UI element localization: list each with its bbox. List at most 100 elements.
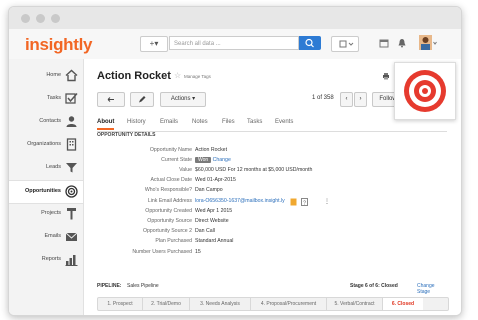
field-value: $60,000 USD For 12 months at $5,000 USD/… <box>195 167 313 173</box>
field-value: Dan Call <box>195 228 215 234</box>
sidebar-item-contacts[interactable]: Contacts <box>9 111 83 133</box>
insightly-logo[interactable]: insightly <box>25 35 93 55</box>
star-icon[interactable]: ☆ <box>174 71 181 80</box>
stage-4-proposal-procurement[interactable]: 4. Proposal/Procurement <box>251 298 327 310</box>
next-record-button[interactable]: › <box>354 92 367 107</box>
window-maximize-dot[interactable] <box>51 14 60 23</box>
field-label: Link Email Address <box>147 198 192 204</box>
bar-chart-icon <box>65 255 78 266</box>
sidebar-item-label: Home <box>46 72 61 78</box>
edit-button[interactable] <box>130 92 154 107</box>
detail-row-plan-purchased: Plan Purchased Standard Annual <box>84 238 444 247</box>
sidebar-item-home[interactable]: Home <box>9 65 83 87</box>
previous-record-button[interactable]: ‹ <box>340 92 353 107</box>
window-titlebar <box>9 7 461 29</box>
email-link[interactable]: lora-O656350-1637@mailbox.insight.ly <box>195 198 285 204</box>
tab-tasks[interactable]: Tasks <box>247 119 262 125</box>
field-label: Current State <box>161 157 192 163</box>
detail-row-link-email: Link Email Address lora-O656350-1637@mai… <box>84 198 444 207</box>
field-value: 15 <box>195 249 201 255</box>
field-label: Value <box>179 167 192 173</box>
pipeline-stage-text: Stage 6 of 6: Closed <box>350 283 398 289</box>
sidebar-item-label: Organizations <box>27 141 61 147</box>
record-pager: 1 of 358 <box>312 95 334 101</box>
sidebar-item-organizations[interactable]: Organizations <box>9 134 83 156</box>
change-stage-link[interactable]: Change Stage <box>417 283 447 295</box>
sidebar-item-leads[interactable]: Leads <box>9 157 83 179</box>
question-icon[interactable]: ? <box>301 198 308 206</box>
tab-files[interactable]: Files <box>222 119 235 125</box>
calendar-icon[interactable] <box>379 38 389 48</box>
back-button[interactable] <box>97 92 125 107</box>
pipeline-name: Sales Pipeline <box>127 283 159 289</box>
pipeline-stages: 1. Prospect 2. Trial/Demo 3. Needs Analy… <box>97 297 449 311</box>
opportunity-details-heading: OPPORTUNITY DETAILS <box>97 132 156 138</box>
tab-events[interactable]: Events <box>275 119 293 125</box>
field-label: Opportunity Source <box>147 218 192 224</box>
tab-history[interactable]: History <box>127 119 146 125</box>
stage-5-verbal-contract[interactable]: 5. Verbal/Contract <box>327 298 383 310</box>
actions-dropdown[interactable]: Actions ▾ <box>160 92 206 107</box>
app-window: insightly +▾ Search all data ... Home Ta… <box>8 6 462 316</box>
field-value: Action Rocket <box>195 147 228 153</box>
pipeline-bar: PIPELINE: Sales Pipeline Stage 6 of 6: C… <box>97 283 447 295</box>
avatar-icon <box>419 35 437 50</box>
sidebar-item-label: Opportunities <box>24 188 61 194</box>
user-avatar[interactable] <box>419 35 437 51</box>
tab-notes[interactable]: Notes <box>192 119 208 125</box>
detail-row-opportunity-created: Opportunity Created Wed Apr 1 2015 <box>84 208 444 217</box>
sidebar-item-label: Projects <box>41 210 61 216</box>
actions-label: Actions <box>170 96 191 102</box>
window-minimize-dot[interactable] <box>36 14 45 23</box>
add-new-button[interactable]: +▾ <box>140 36 168 52</box>
stage-1-prospect[interactable]: 1. Prospect <box>98 298 143 310</box>
search-icon <box>305 38 314 48</box>
detail-row-actual-close-date: Actual Close Date Wed 01-Apr-2015 <box>84 177 444 186</box>
notification-bell-icon[interactable] <box>397 38 407 48</box>
detail-row-number-users: Number Users Purchased 15 <box>84 249 444 258</box>
more-options-icon[interactable]: ⋮ <box>324 198 330 205</box>
pipeline-label: PIPELINE: <box>97 283 122 289</box>
home-icon <box>65 69 78 82</box>
field-label: Who's Responsible? <box>144 187 192 193</box>
sidebar-item-label: Tasks <box>46 95 61 101</box>
status-badge: Won <box>195 157 212 163</box>
detail-row-opportunity-name: Opportunity Name Action Rocket <box>84 147 444 156</box>
detail-row-responsible: Who's Responsible? Dan Campo <box>84 187 444 196</box>
search-input[interactable]: Search all data ... <box>169 36 299 50</box>
stage-3-needs-analysis[interactable]: 3. Needs Analysis <box>190 298 251 310</box>
field-label: Opportunity Name <box>149 147 192 153</box>
tab-about[interactable]: About <box>97 119 115 130</box>
stage-6-closed[interactable]: 6. Closed <box>383 298 423 310</box>
field-label: Opportunity Created <box>145 208 192 214</box>
detail-row-opportunity-source-2: Opportunity Source 2 Dan Call <box>84 228 444 237</box>
sidebar-item-projects[interactable]: Projects <box>9 203 83 225</box>
detail-row-current-state: Current State Won Change <box>84 157 444 166</box>
field-label: Number Users Purchased <box>132 249 192 255</box>
tab-emails[interactable]: Emails <box>160 119 178 125</box>
sidebar-item-reports[interactable]: Reports <box>9 249 83 271</box>
checkbox-icon <box>65 93 78 104</box>
stage-2-trial-demo[interactable]: 2. Trial/Demo <box>143 298 190 310</box>
detail-row-opportunity-source: Opportunity Source Direct Website <box>84 218 444 227</box>
manage-tags-link[interactable]: Manage Tags <box>184 74 211 79</box>
sidebar-item-tasks[interactable]: Tasks <box>9 88 83 110</box>
sidebar-item-label: Contacts <box>39 118 61 124</box>
print-icon[interactable] <box>382 72 390 80</box>
opportunity-target-card <box>394 62 456 120</box>
search-button[interactable] <box>299 36 321 50</box>
change-state-link[interactable]: Change <box>213 157 231 163</box>
target-icon <box>404 70 446 112</box>
view-switcher-button[interactable] <box>331 36 359 52</box>
field-value: Won Change <box>195 157 231 163</box>
sidebar: Home Tasks Contacts Organizations Leads … <box>9 59 84 315</box>
sidebar-item-label: Leads <box>46 164 61 170</box>
target-icon <box>65 185 78 198</box>
hammer-icon <box>67 208 76 220</box>
sidebar-item-emails[interactable]: Emails <box>9 226 83 248</box>
sidebar-item-label: Emails <box>44 233 61 239</box>
window-close-dot[interactable] <box>21 14 30 23</box>
sidebar-item-opportunities[interactable]: Opportunities <box>9 180 83 204</box>
copy-icon[interactable] <box>290 198 297 206</box>
grid-icon <box>339 40 354 48</box>
